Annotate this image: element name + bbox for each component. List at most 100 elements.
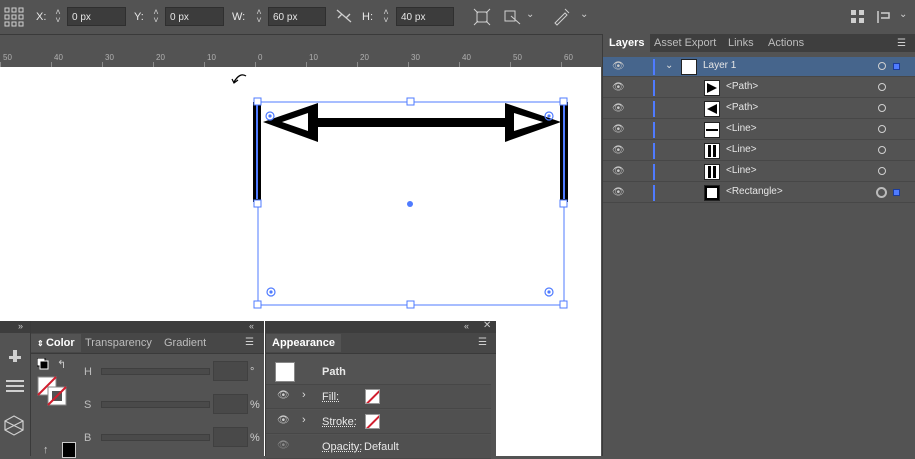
puppet-warp-icon[interactable] [5,348,25,371]
target-circle-icon[interactable] [878,146,886,154]
tab-asset-export[interactable]: Asset Export [648,34,722,52]
appearance-object-row: Path [266,359,491,385]
stroke-row[interactable]: 👁 › Stroke: [266,410,491,434]
h-spinner[interactable]: ˄ ˅ [380,8,392,26]
ruler-tick: 50 [513,53,522,62]
align-lines-icon[interactable] [5,379,25,396]
fill-stroke-proxy[interactable] [37,376,69,411]
default-colors-icon[interactable] [37,358,49,373]
expand-chevron-icon[interactable]: › [302,389,306,401]
target-circle-icon[interactable] [878,83,886,91]
horizontal-ruler: 50 40 30 20 10 0 10 20 30 40 50 60 [0,51,601,68]
fill-swatch-none[interactable] [365,389,380,404]
b-slider[interactable] [101,434,210,441]
layer-name[interactable]: <Path> [726,81,758,92]
w-field[interactable]: 60 px [268,7,326,26]
h-slider[interactable] [101,368,210,375]
ruler-tick: 30 [105,53,114,62]
target-circle-icon[interactable] [878,62,886,70]
transform-icon[interactable] [473,8,491,29]
visibility-eye-icon[interactable]: 👁 [612,124,625,135]
panel-menu-chevron-icon[interactable]: ⌄ [899,9,907,20]
layer-row[interactable]: 👁 ⌄ Layer 1 [603,57,915,77]
recolor-icon[interactable] [551,7,571,30]
visibility-eye-icon[interactable]: 👁 [612,166,625,177]
x-spinner[interactable]: ˄ ˅ [52,8,64,26]
recolor-dropdown-chevron-icon[interactable]: ⌄ [580,9,588,20]
ruler-tick: 20 [156,53,165,62]
close-panel-icon[interactable]: ✕ [483,320,491,331]
ruler-tick: 40 [54,53,63,62]
target-circle-icon[interactable] [878,125,886,133]
tab-transparency[interactable]: Transparency [79,334,158,352]
s-slider[interactable] [101,401,210,408]
collapse-icon[interactable]: » [18,321,23,331]
tab-color[interactable]: ⇕ Color [31,334,81,352]
visibility-eye-icon[interactable]: 👁 [277,390,290,401]
opacity-label[interactable]: Opacity: [322,441,362,453]
color-tab-bar: ⇕ Color Transparency Gradient ☰ [31,333,264,354]
tab-actions[interactable]: Actions [762,34,810,52]
tab-links[interactable]: Links [722,34,760,52]
appearance-menu-icon[interactable]: ☰ [478,337,487,348]
layer-row[interactable]: 👁 <Line> [603,141,915,161]
visibility-eye-icon[interactable]: 👁 [612,187,625,198]
layer-name[interactable]: <Line> [726,165,757,176]
visibility-eye-icon[interactable]: 👁 [612,145,625,156]
align-dropdown-chevron-icon[interactable]: ⌄ [526,9,534,20]
stroke-label[interactable]: Stroke: [322,416,357,428]
fill-label[interactable]: Fill: [322,391,339,403]
color-menu-icon[interactable]: ☰ [245,337,254,348]
layer-name[interactable]: <Line> [726,144,757,155]
target-circle-icon[interactable] [878,167,886,175]
control-bar: X: ˄ ˅ 0 px Y: ˄ ˅ 0 px W: ˄ ˅ 60 px H: ˄ ˅ … [0,0,915,35]
layer-row[interactable]: 👁 <Line> [603,162,915,182]
ruler-tick: 10 [207,53,216,62]
visibility-eye-icon[interactable]: 👁 [612,61,625,72]
w-label: W: [232,11,245,23]
collapse-icon[interactable]: « [464,321,469,331]
double-arrow-artwork[interactable] [253,102,568,202]
layer-row[interactable]: 👁 <Path> [603,99,915,119]
tab-gradient[interactable]: Gradient [158,334,212,352]
align-icon[interactable] [503,8,523,29]
target-circle-icon[interactable] [878,104,886,112]
w-spinner[interactable]: ˄ ˅ [253,8,265,26]
visibility-eye-icon[interactable]: 👁 [277,415,290,426]
h-value-field[interactable] [213,361,248,381]
tab-appearance[interactable]: Appearance [266,334,341,352]
expand-chevron-icon[interactable]: › [302,414,306,426]
layer-row[interactable]: 👁 <Line> [603,120,915,140]
3d-cube-icon[interactable] [3,414,25,439]
target-circle-icon[interactable] [876,187,887,198]
stroke-swatch-none[interactable] [365,414,380,429]
fill-row[interactable]: 👁 › Fill: [266,385,491,409]
arrange-icon[interactable] [851,10,865,27]
layer-name[interactable]: <Line> [726,123,757,134]
constrain-proportions-icon[interactable] [336,9,352,26]
layer-name[interactable]: <Rectangle> [726,186,783,197]
opacity-row[interactable]: 👁 Opacity: Default [266,435,491,459]
layer-row[interactable]: 👁 <Rectangle> [603,183,915,203]
selection-indicator[interactable] [893,189,900,196]
ruler-tick: 20 [360,53,369,62]
visibility-eye-icon[interactable]: 👁 [612,103,625,114]
s-value-field[interactable] [213,394,248,414]
selection-indicator[interactable] [893,63,900,70]
reference-point-icon[interactable] [4,7,24,30]
b-value-field[interactable] [213,427,248,447]
layer-name[interactable]: Layer 1 [703,60,736,71]
tab-layers[interactable]: Layers [603,34,650,52]
layers-menu-icon[interactable]: ☰ [897,38,906,49]
distribute-icon[interactable] [876,9,894,28]
visibility-eye-icon[interactable]: 👁 [612,82,625,93]
layer-name[interactable]: <Path> [726,102,758,113]
y-field[interactable]: 0 px [165,7,224,26]
swap-colors-icon[interactable]: ↰ [57,358,66,371]
x-field[interactable]: 0 px [67,7,126,26]
h-field[interactable]: 40 px [396,7,454,26]
layer-row[interactable]: 👁 <Path> [603,78,915,98]
expand-chevron-icon[interactable]: ⌄ [665,60,673,71]
y-spinner[interactable]: ˄ ˅ [150,8,162,26]
collapse-icon[interactable]: « [249,321,254,331]
